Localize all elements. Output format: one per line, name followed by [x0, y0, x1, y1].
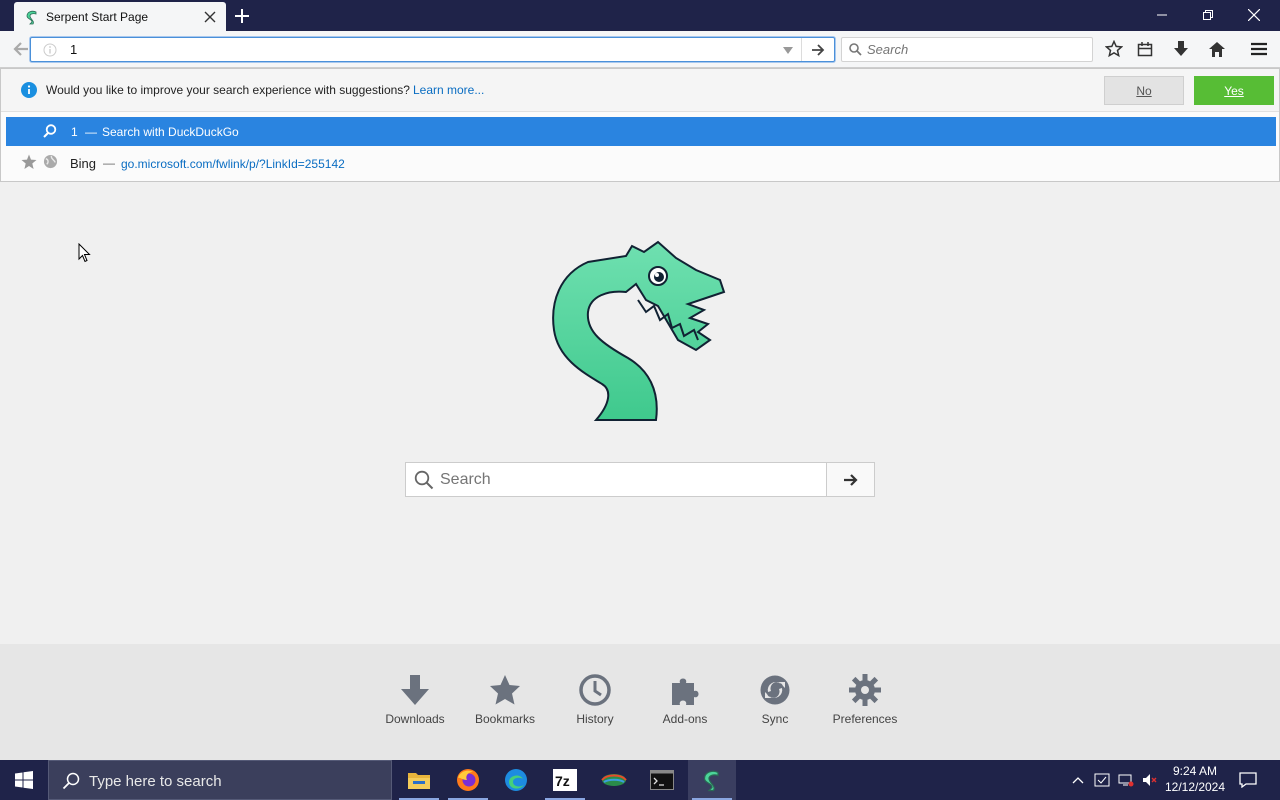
- bookmark-star-icon[interactable]: [1101, 37, 1127, 61]
- clock-icon: [579, 674, 611, 706]
- search-icon: [43, 124, 57, 138]
- title-bar: Serpent Start Page: [0, 0, 1280, 31]
- clock-date: 12/12/2024: [1164, 780, 1226, 794]
- tab-close-icon[interactable]: [200, 7, 220, 27]
- network-tray-icon[interactable]: [1116, 770, 1136, 790]
- suggestion-row-bing[interactable]: Bing — go.microsoft.com/fwlink/p/?LinkId…: [6, 148, 1276, 177]
- launcher-history[interactable]: History: [550, 674, 640, 734]
- bookmark-star-icon: [21, 154, 37, 169]
- navigation-toolbar: 1: [0, 31, 1280, 68]
- library-icon[interactable]: [1132, 37, 1158, 61]
- suggestion-row-search[interactable]: 1 — Search with DuckDuckGo: [6, 117, 1276, 146]
- launcher-label: Add-ons: [662, 712, 708, 726]
- address-bar[interactable]: 1: [30, 37, 835, 62]
- notification-center-icon[interactable]: [1234, 768, 1262, 792]
- gear-icon: [849, 674, 881, 706]
- launcher-preferences[interactable]: Preferences: [820, 674, 910, 734]
- launcher-label: Sync: [761, 712, 789, 726]
- download-icon: [401, 675, 429, 705]
- suggestions-question: Would you like to improve your search ex…: [46, 83, 484, 97]
- suggestion-separator: —: [103, 156, 115, 170]
- page-search-go-icon[interactable]: [826, 463, 874, 496]
- security-tray-icon[interactable]: [1092, 770, 1112, 790]
- clock-time: 9:24 AM: [1172, 764, 1218, 778]
- home-icon[interactable]: [1204, 37, 1230, 61]
- volume-muted-icon[interactable]: [1140, 770, 1160, 790]
- mouse-cursor-icon: [78, 243, 91, 263]
- close-window-icon[interactable]: [1231, 0, 1277, 30]
- edge-icon[interactable]: [492, 760, 540, 800]
- suggestion-query: 1: [71, 125, 78, 139]
- launcher-downloads[interactable]: Downloads: [370, 674, 460, 734]
- launcher-bar: Downloads Bookmarks History Add-ons Sync…: [0, 644, 1280, 760]
- taskbar-clock[interactable]: 9:24 AM 12/12/2024: [1160, 763, 1230, 795]
- minimize-icon[interactable]: [1139, 0, 1185, 30]
- star-icon: [490, 675, 520, 705]
- app-icon[interactable]: [590, 760, 638, 800]
- download-arrow-icon[interactable]: [1168, 37, 1194, 61]
- svg-text:7z: 7z: [555, 773, 570, 789]
- terminal-icon[interactable]: [638, 760, 686, 800]
- search-icon: [62, 772, 80, 790]
- page-search-box[interactable]: [405, 462, 875, 497]
- launcher-label: Downloads: [385, 712, 445, 726]
- url-suggestion-popup: Would you like to improve your search ex…: [0, 68, 1280, 182]
- no-button[interactable]: No: [1104, 76, 1184, 105]
- show-hidden-icons-chevron-icon[interactable]: [1068, 770, 1088, 790]
- file-explorer-icon[interactable]: [395, 760, 443, 800]
- serpent-favicon-icon: [26, 10, 37, 24]
- launcher-bookmarks[interactable]: Bookmarks: [460, 674, 550, 734]
- search-icon: [414, 470, 434, 490]
- launcher-add-ons[interactable]: Add-ons: [640, 674, 730, 734]
- launcher-label: History: [576, 712, 614, 726]
- puzzle-icon: [672, 678, 699, 705]
- learn-more-link[interactable]: Learn more...: [413, 83, 484, 97]
- search-icon: [849, 43, 862, 56]
- serpent-logo-icon: [552, 240, 726, 421]
- info-icon: [21, 82, 37, 98]
- page-search-input[interactable]: [440, 467, 820, 493]
- yes-button[interactable]: Yes: [1194, 76, 1274, 105]
- tab-serpent-start-page[interactable]: Serpent Start Page: [14, 2, 226, 31]
- toolbar-search-box[interactable]: [841, 37, 1093, 62]
- taskbar-search-box[interactable]: Type here to search: [48, 760, 392, 800]
- windows-taskbar: Type here to search 7z 9:24 AM 12/12/202…: [0, 760, 1280, 800]
- url-dropdown-icon[interactable]: [779, 42, 797, 58]
- go-arrow-icon[interactable]: [801, 38, 834, 61]
- launcher-label: Bookmarks: [474, 712, 536, 726]
- taskbar-search-placeholder: Type here to search: [89, 773, 222, 790]
- launcher-sync[interactable]: Sync: [730, 674, 820, 734]
- address-bar-text[interactable]: 1: [70, 42, 77, 57]
- 7-zip-icon[interactable]: 7z: [541, 760, 589, 800]
- toolbar-search-input[interactable]: [867, 39, 1087, 60]
- tab-title: Serpent Start Page: [46, 9, 149, 24]
- globe-icon: [43, 154, 58, 169]
- suggestion-title: Bing: [70, 156, 97, 171]
- restore-icon[interactable]: [1185, 0, 1231, 30]
- sync-icon: [760, 675, 790, 705]
- suggestion-separator: —: [85, 125, 97, 139]
- launcher-label: Preferences: [832, 712, 898, 726]
- suggestions-question-text: Would you like to improve your search ex…: [46, 83, 410, 97]
- suggestion-action: Search with DuckDuckGo: [102, 125, 239, 139]
- menu-hamburger-icon[interactable]: [1246, 37, 1272, 61]
- site-info-icon[interactable]: [43, 43, 57, 57]
- serpent-taskbar-icon[interactable]: [688, 760, 736, 800]
- new-tab-plus-icon[interactable]: [231, 5, 253, 27]
- start-page: [0, 182, 1280, 644]
- firefox-icon[interactable]: [444, 760, 492, 800]
- search-suggestions-prompt: Would you like to improve your search ex…: [1, 69, 1279, 112]
- suggestion-url: go.microsoft.com/fwlink/p/?LinkId=255142: [121, 157, 345, 171]
- windows-start-icon[interactable]: [0, 760, 48, 800]
